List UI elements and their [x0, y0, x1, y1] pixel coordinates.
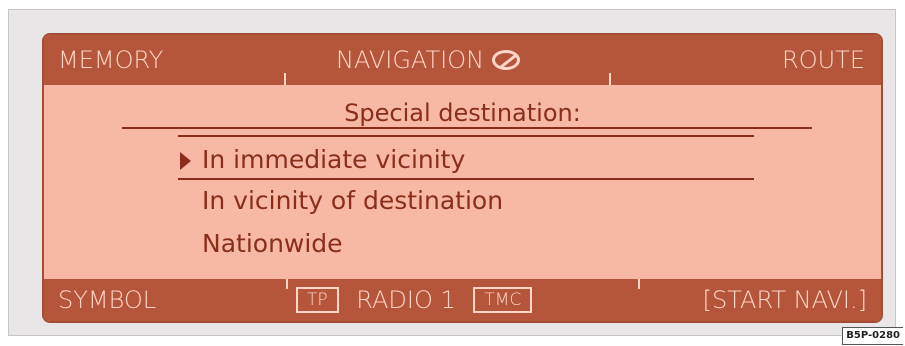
selection-cursor-icon [180, 152, 191, 170]
softkey-divider [286, 279, 288, 289]
tp-indicator: TP [296, 287, 339, 313]
figure-reference-label: B5P-0280 [842, 327, 903, 345]
selection-top-line [178, 135, 754, 137]
tmc-indicator: TMC [473, 287, 533, 313]
start-navigation-softkey[interactable]: [START NAVI.] [703, 285, 867, 315]
header-bar: MEMORY NAVIGATION ROUTE [44, 35, 881, 85]
navigation-softkey[interactable]: NAVIGATION [336, 45, 521, 75]
symbol-softkey[interactable]: SYMBOL [58, 285, 156, 315]
compass-icon [492, 50, 521, 70]
footer-bar: SYMBOL TP RADIO 1 TMC [START NAVI.] [44, 279, 881, 321]
softkey-divider [609, 73, 611, 85]
route-softkey[interactable]: ROUTE [782, 45, 865, 75]
softkey-divider [284, 73, 286, 85]
title-underline [122, 127, 812, 129]
selection-bottom-line [178, 178, 754, 180]
menu-item-immediate-vicinity[interactable]: In immediate vicinity [202, 144, 465, 176]
navigation-display: MEMORY NAVIGATION ROUTE Special destinat… [42, 33, 883, 323]
radio-label: RADIO 1 [356, 286, 456, 314]
navigation-label: NAVIGATION [336, 46, 485, 74]
menu-item-vicinity-of-destination[interactable]: In vicinity of destination [202, 185, 503, 217]
softkey-divider [638, 279, 640, 289]
menu-item-nationwide[interactable]: Nationwide [202, 228, 343, 260]
radio-softkey[interactable]: TP RADIO 1 TMC [296, 285, 533, 315]
menu-title: Special destination: [344, 99, 581, 127]
memory-softkey[interactable]: MEMORY [58, 45, 163, 75]
